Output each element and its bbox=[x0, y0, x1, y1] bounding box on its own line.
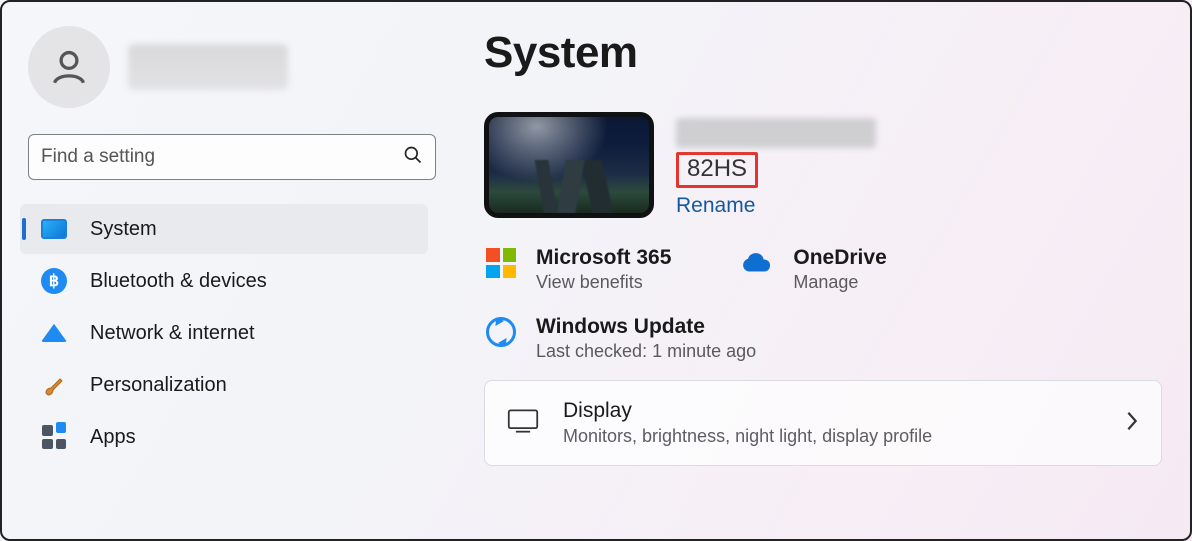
sidebar-item-label: Apps bbox=[90, 426, 136, 449]
sidebar-item-label: System bbox=[90, 218, 157, 241]
sidebar-item-label: Personalization bbox=[90, 374, 227, 397]
service-subtitle: Last checked: 1 minute ago bbox=[536, 341, 756, 362]
service-subtitle: View benefits bbox=[536, 272, 671, 293]
service-subtitle: Manage bbox=[793, 272, 886, 293]
sidebar-item-network[interactable]: Network & internet bbox=[20, 308, 428, 358]
sidebar-nav: System ฿ Bluetooth & devices Network & i… bbox=[20, 204, 442, 462]
search-input[interactable] bbox=[41, 146, 395, 168]
sidebar-item-system[interactable]: System bbox=[20, 204, 428, 254]
main-content: System 82HS Rename Microsoft 365 View be… bbox=[442, 2, 1190, 539]
sidebar: System ฿ Bluetooth & devices Network & i… bbox=[2, 2, 442, 539]
account-section[interactable] bbox=[28, 26, 442, 108]
paintbrush-icon bbox=[40, 371, 68, 399]
device-thumbnail bbox=[484, 112, 654, 218]
display-icon bbox=[507, 408, 539, 439]
search-box[interactable] bbox=[28, 134, 436, 180]
search-icon bbox=[403, 145, 423, 170]
sidebar-item-bluetooth[interactable]: ฿ Bluetooth & devices bbox=[20, 256, 428, 306]
sidebar-item-apps[interactable]: Apps bbox=[20, 412, 428, 462]
sidebar-item-personalization[interactable]: Personalization bbox=[20, 360, 428, 410]
device-name-redacted bbox=[676, 118, 876, 148]
update-icon bbox=[484, 315, 518, 349]
service-m365[interactable]: Microsoft 365 View benefits bbox=[484, 246, 671, 293]
sidebar-item-label: Network & internet bbox=[90, 322, 255, 345]
service-windows-update[interactable]: Windows Update Last checked: 1 minute ag… bbox=[484, 315, 756, 362]
service-onedrive[interactable]: OneDrive Manage bbox=[741, 246, 886, 293]
microsoft-365-icon bbox=[484, 246, 518, 280]
settings-card-display[interactable]: Display Monitors, brightness, night ligh… bbox=[484, 380, 1162, 466]
service-title: Microsoft 365 bbox=[536, 246, 671, 270]
avatar bbox=[28, 26, 110, 108]
chevron-right-icon bbox=[1125, 410, 1139, 437]
wifi-icon bbox=[40, 319, 68, 347]
device-info-row: 82HS Rename bbox=[484, 112, 1162, 218]
apps-icon bbox=[40, 423, 68, 451]
account-name-redacted bbox=[128, 44, 288, 90]
page-title: System bbox=[484, 28, 1162, 78]
rename-link[interactable]: Rename bbox=[676, 194, 876, 218]
device-model: 82HS bbox=[676, 152, 758, 188]
bluetooth-icon: ฿ bbox=[40, 267, 68, 295]
service-row: Microsoft 365 View benefits OneDrive Man… bbox=[484, 246, 1162, 293]
service-title: OneDrive bbox=[793, 246, 886, 270]
service-title: Windows Update bbox=[536, 315, 756, 339]
sidebar-item-label: Bluetooth & devices bbox=[90, 270, 267, 293]
card-subtitle: Monitors, brightness, night light, displ… bbox=[563, 426, 1101, 447]
card-title: Display bbox=[563, 399, 1101, 423]
system-icon bbox=[40, 215, 68, 243]
onedrive-icon bbox=[741, 246, 775, 280]
